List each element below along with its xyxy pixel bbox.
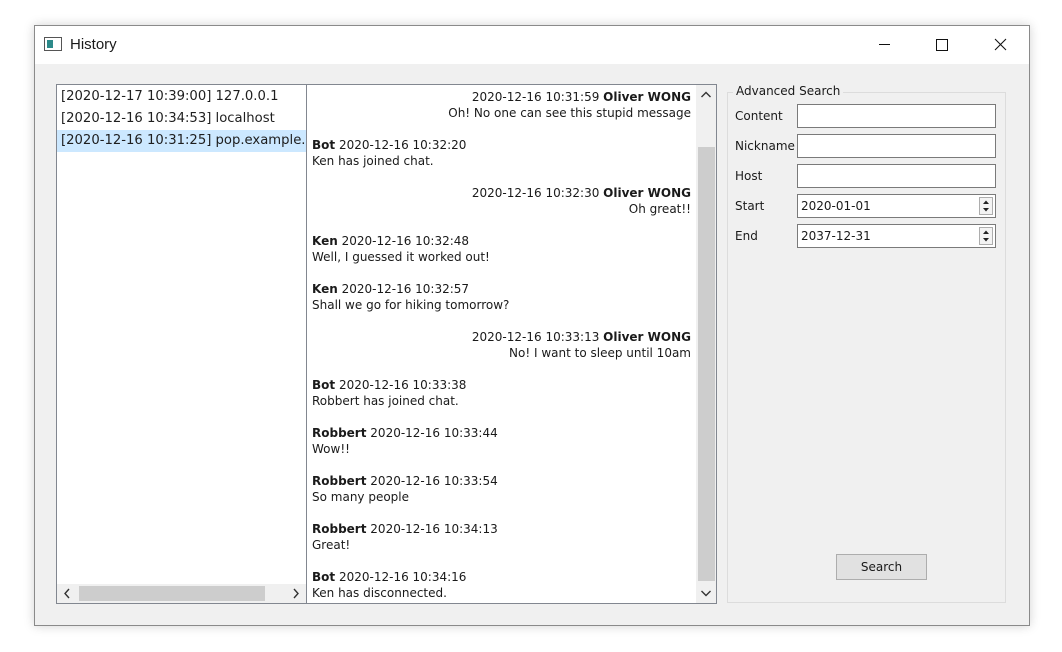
message-header: Robbert 2020-12-16 10:33:54: [312, 473, 498, 489]
message-sender: Bot: [312, 570, 336, 584]
message-time: 2020-12-16 10:32:30: [471, 186, 600, 200]
close-icon: [994, 38, 1007, 51]
horizontal-scroll-thumb[interactable]: [79, 586, 265, 601]
message-sender: Robbert: [312, 426, 367, 440]
start-date-field[interactable]: 2020-01-01: [797, 194, 996, 218]
session-item[interactable]: [2020-12-16 10:34:53] localhost: [57, 108, 301, 130]
content-label: Content: [735, 109, 783, 123]
start-date-spinner[interactable]: [979, 197, 993, 215]
window-title: History: [70, 36, 117, 53]
message-text: No! I want to sleep until 10am: [509, 346, 691, 360]
message-header: 2020-12-16 10:32:30 Oliver WONG: [472, 185, 691, 201]
message-header: Robbert 2020-12-16 10:33:44: [312, 425, 498, 441]
message-time: 2020-12-16 10:34:13: [370, 522, 498, 536]
vertical-scroll-thumb[interactable]: [698, 147, 715, 581]
message-header: Robbert 2020-12-16 10:34:13: [312, 521, 498, 537]
message-header: Ken 2020-12-16 10:32:48: [312, 233, 469, 249]
message-text: Wow!!: [312, 442, 350, 456]
message-sender: Robbert: [312, 522, 367, 536]
start-date-value[interactable]: 2020-01-01: [801, 198, 871, 214]
message-header: 2020-12-16 10:31:59 Oliver WONG: [472, 89, 691, 105]
spin-up-icon[interactable]: [980, 198, 992, 206]
session-item[interactable]: [2020-12-17 10:39:00] 127.0.0.1: [57, 86, 301, 108]
message-sender: Oliver WONG: [603, 330, 691, 344]
search-button[interactable]: Search: [836, 554, 927, 580]
message-time: 2020-12-16 10:34:16: [338, 570, 467, 584]
message-text: Robbert has joined chat.: [312, 394, 459, 408]
message-sender: Ken: [312, 282, 338, 296]
message-text: Oh! No one can see this stupid message: [448, 106, 691, 120]
host-label: Host: [735, 169, 763, 183]
minimize-button[interactable]: [855, 26, 913, 64]
start-label: Start: [735, 199, 765, 213]
advanced-search-title: Advanced Search: [733, 83, 844, 99]
message-sender: Robbert: [312, 474, 367, 488]
message-time: 2020-12-16 10:32:57: [341, 282, 470, 296]
message-header: Bot 2020-12-16 10:33:38: [312, 377, 466, 393]
minimize-icon: [879, 44, 890, 45]
message-text: Oh great!!: [628, 202, 691, 216]
history-window: History [2020-12-17 10:39:00] 127.0.0.1 …: [34, 25, 1030, 626]
message-time: 2020-12-16 10:32:20: [338, 138, 467, 152]
end-label: End: [735, 229, 758, 243]
message-time: 2020-12-16 10:33:13: [471, 330, 600, 344]
message-sender: Bot: [312, 138, 336, 152]
spin-down-icon[interactable]: [980, 206, 992, 214]
nickname-label: Nickname: [735, 139, 795, 153]
message-header: Bot 2020-12-16 10:32:20: [312, 137, 466, 153]
message-header: Ken 2020-12-16 10:32:57: [312, 281, 469, 297]
message-text: Ken has disconnected.: [312, 586, 447, 600]
end-date-spinner[interactable]: [979, 227, 993, 245]
message-time: 2020-12-16 10:31:59: [471, 90, 600, 104]
message-text: Shall we go for hiking tomorrow?: [312, 298, 510, 312]
message-sender: Oliver WONG: [603, 90, 691, 104]
content-field[interactable]: [797, 104, 996, 128]
message-text: Well, I guessed it worked out!: [312, 250, 490, 264]
spin-down-icon[interactable]: [980, 236, 992, 244]
host-field[interactable]: [797, 164, 996, 188]
message-header: 2020-12-16 10:33:13 Oliver WONG: [472, 329, 691, 345]
message-time: 2020-12-16 10:33:38: [338, 378, 467, 392]
maximize-button[interactable]: [913, 26, 971, 64]
message-time: 2020-12-16 10:32:48: [341, 234, 470, 248]
message-text: So many people: [312, 490, 410, 504]
nickname-field[interactable]: [797, 134, 996, 158]
title-bar[interactable]: History: [35, 26, 1029, 64]
scroll-up-arrow-icon[interactable]: [696, 85, 716, 105]
spin-up-icon[interactable]: [980, 228, 992, 236]
message-text: Great!: [312, 538, 351, 552]
session-list[interactable]: [2020-12-17 10:39:00] 127.0.0.1 [2020-12…: [56, 84, 307, 604]
session-item-selected[interactable]: [2020-12-16 10:31:25] pop.example.c: [57, 130, 306, 152]
message-sender: Ken: [312, 234, 338, 248]
maximize-icon: [936, 39, 948, 51]
chat-transcript[interactable]: 2020-12-16 10:31:59 Oliver WONG Oh! No o…: [306, 84, 717, 604]
scroll-left-arrow-icon[interactable]: [57, 584, 77, 603]
message-time: 2020-12-16 10:33:54: [370, 474, 498, 488]
end-date-field[interactable]: 2037-12-31: [797, 224, 996, 248]
message-time: 2020-12-16 10:33:44: [370, 426, 498, 440]
message-text: Ken has joined chat.: [312, 154, 434, 168]
message-sender: Oliver WONG: [603, 186, 691, 200]
scroll-right-arrow-icon[interactable]: [286, 584, 306, 603]
scroll-down-arrow-icon[interactable]: [696, 583, 716, 603]
message-sender: Bot: [312, 378, 336, 392]
close-button[interactable]: [971, 26, 1029, 64]
message-header: Bot 2020-12-16 10:34:16: [312, 569, 466, 585]
end-date-value[interactable]: 2037-12-31: [801, 228, 871, 244]
horizontal-scrollbar[interactable]: [57, 584, 306, 603]
app-icon: [44, 37, 62, 51]
vertical-scrollbar[interactable]: [696, 85, 716, 603]
